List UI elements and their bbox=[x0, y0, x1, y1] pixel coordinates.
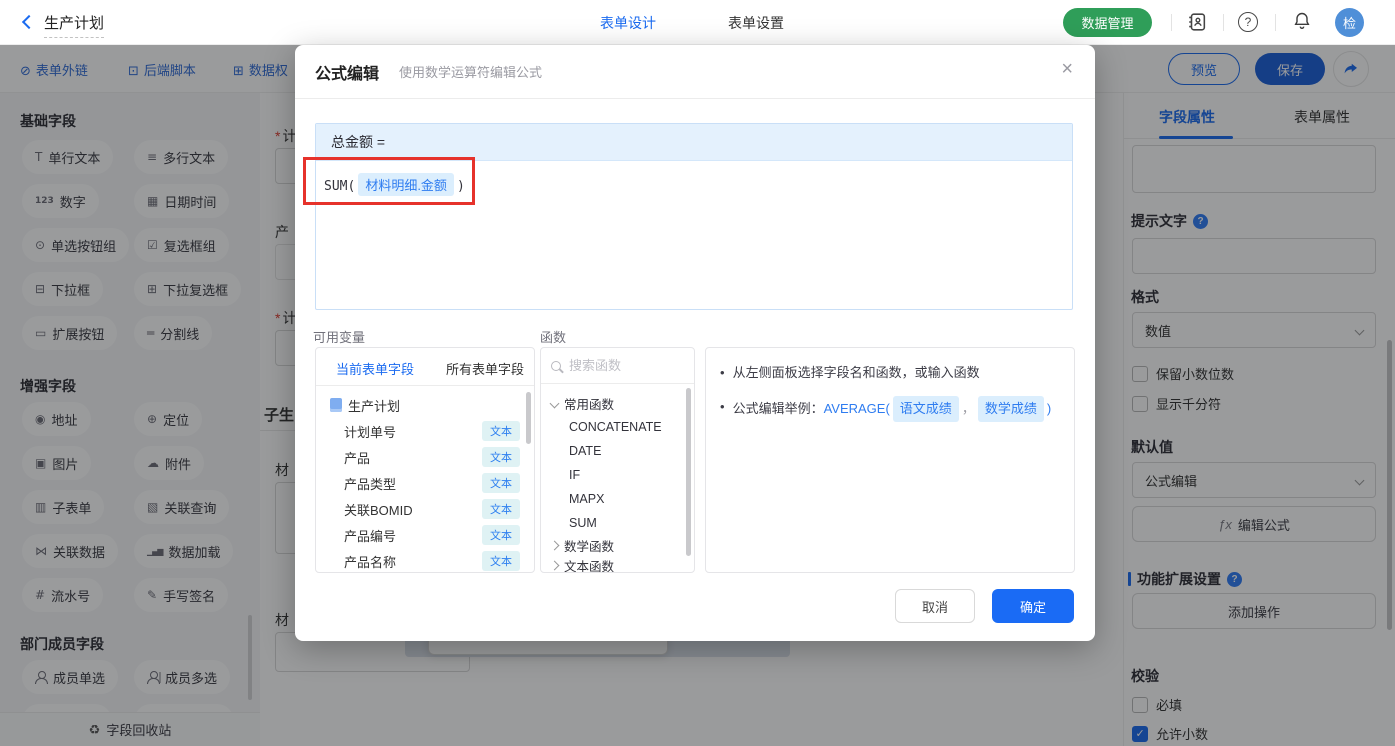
top-bar: 生产计划 表单设计 表单设置 数据管理 ? 检 bbox=[0, 0, 1395, 45]
function-search bbox=[541, 348, 694, 384]
divider bbox=[1171, 14, 1172, 31]
type-badge: 文本 bbox=[482, 473, 520, 493]
document-icon bbox=[330, 398, 342, 412]
variables-label: 可用变量 bbox=[313, 330, 366, 345]
modal-subtitle: 使用数学运算符编辑公式 bbox=[399, 65, 543, 80]
tree-field[interactable]: 产品编号 文本 bbox=[316, 522, 534, 548]
bell-icon[interactable] bbox=[1292, 11, 1312, 36]
example-chip: 数学成绩 bbox=[977, 396, 1044, 422]
function-item[interactable]: DATE bbox=[569, 444, 601, 458]
variables-tabs: 当前表单字段 所有表单字段 bbox=[316, 348, 534, 386]
tree-field[interactable]: 产品名称 文本 bbox=[316, 548, 534, 572]
chevron-right-icon bbox=[549, 540, 560, 551]
cancel-button[interactable]: 取消 bbox=[895, 589, 975, 623]
function-item[interactable]: SUM bbox=[569, 516, 597, 530]
function-item[interactable]: MAPX bbox=[569, 492, 604, 506]
app-root: 生产计划 表单设计 表单设置 数据管理 ? 检 ⊘ 表单外链 ⊡ 后端脚本 ⊞ 数据权… bbox=[0, 0, 1395, 746]
avatar[interactable]: 检 bbox=[1335, 8, 1364, 37]
back-icon[interactable] bbox=[21, 14, 37, 30]
variables-scrollbar[interactable] bbox=[526, 392, 531, 444]
functions-label: 函数 bbox=[540, 330, 567, 345]
bullet: • bbox=[720, 399, 725, 414]
tab-form-settings[interactable]: 表单设置 bbox=[728, 13, 784, 33]
formula-target-bar: 总金额 = bbox=[316, 124, 1072, 161]
formula-editor[interactable]: 总金额 = SUM(材料明细.金额) bbox=[315, 123, 1073, 310]
close-icon[interactable]: × bbox=[1061, 59, 1073, 79]
function-item[interactable]: IF bbox=[569, 468, 580, 482]
function-item[interactable]: CONCATENATE bbox=[569, 420, 662, 434]
divider bbox=[1275, 14, 1276, 31]
tip-line: • 从左侧面板选择字段名和函数，或输入函数 bbox=[720, 362, 1060, 384]
modal-header: 公式编辑 使用数学运算符编辑公式 bbox=[295, 45, 1095, 99]
search-input[interactable] bbox=[569, 358, 669, 373]
tree-field[interactable]: 产品 文本 bbox=[316, 444, 534, 470]
tab-all-form-fields[interactable]: 所有表单字段 bbox=[446, 359, 524, 378]
functions-panel: 常用函数 CONCATENATE DATE IF MAPX SUM 数学函数 文… bbox=[540, 347, 695, 573]
confirm-button[interactable]: 确定 bbox=[992, 589, 1074, 623]
tree-root[interactable]: 生产计划 bbox=[316, 392, 534, 418]
functions-scrollbar[interactable] bbox=[686, 388, 691, 556]
formula-highlight-box bbox=[303, 157, 475, 205]
divider bbox=[1223, 14, 1224, 31]
contacts-icon[interactable] bbox=[1186, 11, 1208, 38]
tree-field[interactable]: 计划单号 文本 bbox=[316, 418, 534, 444]
tree-field[interactable]: 关联BOMID 文本 bbox=[316, 496, 534, 522]
type-badge: 文本 bbox=[482, 525, 520, 545]
search-icon bbox=[551, 360, 561, 371]
data-manage-button[interactable]: 数据管理 bbox=[1063, 8, 1152, 37]
type-badge: 文本 bbox=[482, 421, 520, 441]
function-group-common[interactable]: 常用函数 bbox=[549, 394, 614, 413]
tree-field[interactable]: 产品类型 文本 bbox=[316, 470, 534, 496]
page-title: 生产计划 bbox=[44, 12, 105, 38]
modal-title: 公式编辑 bbox=[315, 65, 380, 83]
chevron-right-icon bbox=[549, 560, 560, 571]
tips-panel: • 从左侧面板选择字段名和函数，或输入函数 • 公式编辑举例：AVERAGE(语文成… bbox=[705, 347, 1075, 573]
variables-panel: 当前表单字段 所有表单字段 生产计划 计划单号 文本 产品 文本 产品类型 文本 关联… bbox=[315, 347, 535, 573]
bullet: • bbox=[720, 365, 725, 380]
function-group-text[interactable]: 文本函数 bbox=[549, 556, 614, 572]
tab-current-form-fields[interactable]: 当前表单字段 bbox=[336, 359, 414, 378]
type-badge: 文本 bbox=[482, 447, 520, 467]
example-chip: 语文成绩 bbox=[892, 396, 959, 422]
chevron-down-icon bbox=[549, 398, 560, 409]
function-group-math[interactable]: 数学函数 bbox=[549, 536, 614, 555]
type-badge: 文本 bbox=[482, 499, 520, 519]
help-icon[interactable]: ? bbox=[1238, 12, 1258, 32]
tip-line-example: • 公式编辑举例：AVERAGE(语文成绩，数学成绩) bbox=[720, 396, 1060, 422]
type-badge: 文本 bbox=[482, 551, 520, 571]
tab-form-design[interactable]: 表单设计 bbox=[600, 13, 656, 33]
formula-edit-modal: 公式编辑 使用数学运算符编辑公式 × 总金额 = SUM(材料明细.金额) 可用… bbox=[295, 45, 1095, 641]
